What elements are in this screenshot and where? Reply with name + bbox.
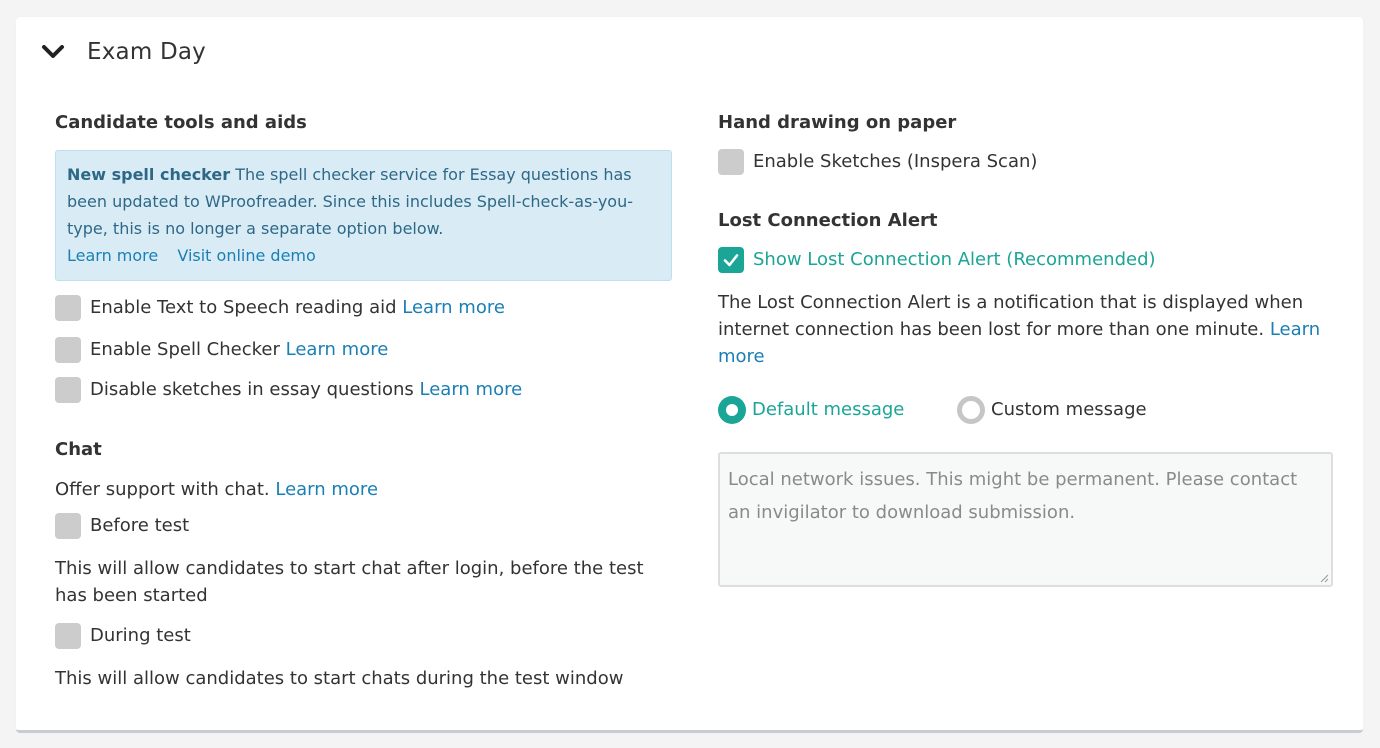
custom-message-label: Custom message (991, 399, 1147, 420)
spell-checker-label: Enable Spell Checker (90, 339, 280, 360)
checkmark-icon (723, 254, 739, 267)
default-message-radio[interactable] (718, 396, 746, 424)
disable-sketches-label: Disable sketches in essay questions (90, 379, 414, 400)
enable-sketches-checkbox[interactable] (718, 149, 744, 175)
before-test-label: Before test (90, 515, 190, 536)
spell-checker-option[interactable]: Enable Spell Checker Learn more (55, 337, 672, 363)
disable-sketches-checkbox[interactable] (55, 377, 81, 403)
chat-learn-more-link[interactable]: Learn more (275, 479, 378, 500)
resize-handle-icon[interactable] (1319, 573, 1329, 583)
show-alert-option[interactable]: Show Lost Connection Alert (Recommended) (718, 247, 1334, 273)
spell-checker-info-box: New spell checker The spell checker serv… (55, 150, 672, 281)
during-test-option[interactable]: During test (55, 623, 672, 649)
tools-heading: Candidate tools and aids (55, 112, 307, 133)
exam-day-panel: Exam Day Candidate tools and aids New sp… (16, 17, 1363, 733)
chevron-down-icon[interactable] (41, 45, 65, 59)
chat-heading: Chat (55, 439, 102, 460)
panel-title: Exam Day (87, 39, 206, 65)
text-to-speech-label: Enable Text to Speech reading aid (90, 297, 397, 318)
visit-online-demo-link[interactable]: Visit online demo (177, 246, 315, 265)
info-headline: New spell checker (67, 165, 231, 184)
disable-sketches-option[interactable]: Disable sketches in essay questions Lear… (55, 377, 672, 403)
chat-intro-text: Offer support with chat. (55, 479, 270, 500)
before-test-description: This will allow candidates to start chat… (55, 558, 644, 606)
custom-message-radio[interactable] (957, 396, 985, 424)
lost-connection-heading: Lost Connection Alert (718, 210, 938, 231)
info-links: Learn more Visit online demo (67, 242, 661, 269)
message-placeholder: Local network issues. This might be perm… (728, 469, 1298, 523)
disable-sketches-learn-more-link[interactable]: Learn more (420, 378, 523, 402)
enable-sketches-label: Enable Sketches (Inspera Scan) (753, 151, 1038, 172)
custom-message-option[interactable]: Custom message (957, 396, 1147, 424)
default-message-option[interactable]: Default message (718, 396, 957, 424)
default-message-label: Default message (752, 399, 905, 420)
info-learn-more-link[interactable]: Learn more (67, 246, 158, 265)
message-type-radio-group: Default message Custom message (718, 396, 1334, 424)
before-test-checkbox[interactable] (55, 513, 81, 539)
spell-checker-checkbox[interactable] (55, 337, 81, 363)
chat-intro: Offer support with chat. Learn more (55, 476, 672, 503)
show-alert-checkbox[interactable] (718, 247, 744, 273)
during-test-checkbox[interactable] (55, 623, 81, 649)
during-test-description: This will allow candidates to start chat… (55, 668, 624, 689)
alert-description-text: The Lost Connection Alert is a notificat… (718, 292, 1304, 340)
during-test-label: During test (90, 625, 191, 646)
hand-drawing-heading: Hand drawing on paper (718, 112, 957, 133)
before-test-option[interactable]: Before test (55, 513, 672, 539)
panel-header[interactable]: Exam Day (41, 39, 206, 65)
alert-description: The Lost Connection Alert is a notificat… (718, 289, 1334, 370)
show-alert-label: Show Lost Connection Alert (Recommended) (753, 249, 1156, 270)
text-to-speech-learn-more-link[interactable]: Learn more (402, 296, 505, 320)
spell-checker-learn-more-link[interactable]: Learn more (286, 338, 389, 362)
left-column: Candidate tools and aids New spell check… (55, 111, 672, 692)
text-to-speech-checkbox[interactable] (55, 295, 81, 321)
lost-connection-message-textarea[interactable]: Local network issues. This might be perm… (718, 452, 1333, 587)
enable-sketches-option[interactable]: Enable Sketches (Inspera Scan) (718, 149, 1334, 175)
right-column: Hand drawing on paper Enable Sketches (I… (718, 111, 1334, 587)
text-to-speech-option[interactable]: Enable Text to Speech reading aid Learn … (55, 295, 672, 321)
